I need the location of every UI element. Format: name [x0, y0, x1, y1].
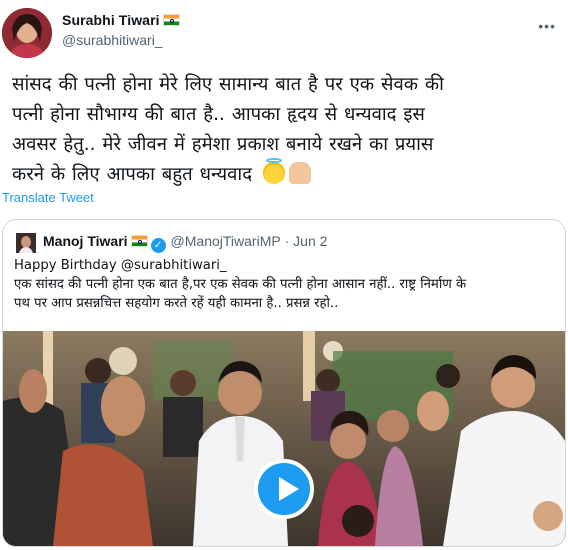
- quoted-author-avatar: [16, 233, 36, 253]
- quoted-text-line: पथ पर आप प्रसन्नचित्त सहयोग करते रहें यह…: [14, 296, 339, 311]
- verified-badge-icon: ✓: [150, 238, 166, 253]
- more-horizontal-icon[interactable]: •••: [538, 18, 556, 34]
- play-icon[interactable]: [254, 459, 314, 519]
- tweet-text-line: पत्नी होना सौभाग्य की बात है.. आपका हृदय…: [12, 104, 425, 125]
- tweet-text: सांसद की पत्नी होना मेरे लिए सामान्य बात…: [12, 70, 560, 190]
- quoted-display-name: Manoj Tiwari: [43, 233, 128, 249]
- tweet-text-line: अवसर हेतु.. मेरे जीवन में हमेशा प्रकाश ब…: [12, 134, 434, 155]
- author-display-name[interactable]: Surabhi Tiwari: [62, 12, 180, 28]
- author-handle[interactable]: @surabhitiwari_: [62, 32, 163, 48]
- translate-tweet-link[interactable]: Translate Tweet: [2, 190, 94, 205]
- quoted-text-line: Happy Birthday @surabhitiwari_: [14, 258, 227, 273]
- quoted-date: Jun 2: [293, 233, 328, 249]
- smiling-face-with-halo-icon: [262, 158, 285, 184]
- folded-hands-icon: [288, 162, 311, 184]
- tweet-text-line: सांसद की पत्नी होना मेरे लिए सामान्य बात…: [12, 74, 444, 95]
- quoted-handle: @ManojTiwariMP: [170, 233, 281, 249]
- india-flag-icon: [130, 235, 148, 247]
- quoted-tweet-text: Happy Birthday @surabhitiwari_ एक सांसद …: [14, 256, 554, 313]
- video-thumbnail[interactable]: [3, 331, 565, 546]
- quoted-text-line: एक सांसद की पत्नी होना एक बात है,पर एक स…: [14, 277, 467, 292]
- quoted-separator: ·: [284, 233, 290, 249]
- india-flag-icon: [162, 14, 180, 26]
- author-avatar[interactable]: [2, 8, 52, 58]
- quoted-tweet-card[interactable]: Manoj Tiwari ✓ @ManojTiwariMP · Jun 2 Happ…: [2, 219, 566, 547]
- quoted-author-line: Manoj Tiwari ✓ @ManojTiwariMP · Jun 2: [43, 233, 327, 253]
- tweet-text-line: करने के लिए आपका बहुत धन्यवाद: [12, 164, 253, 185]
- tweet-text-line-last: करने के लिए आपका बहुत धन्यवाद: [12, 158, 560, 190]
